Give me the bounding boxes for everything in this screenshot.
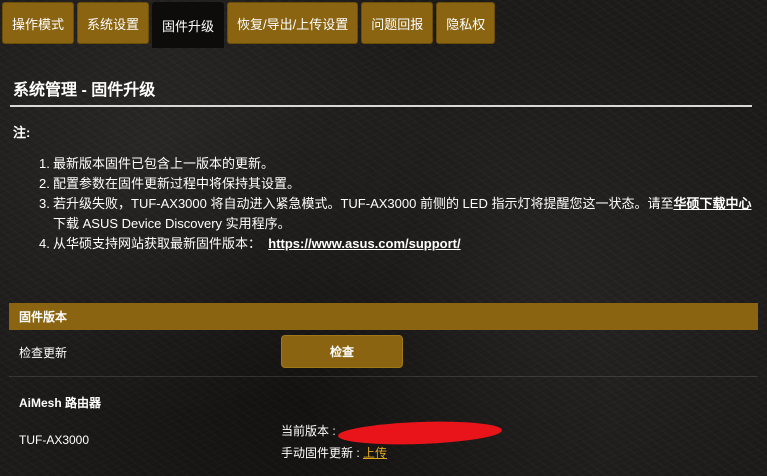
check-update-label: 检查更新 <box>19 346 68 360</box>
note-text-before: 从华硕支持网站获取最新固件版本： <box>53 236 262 251</box>
current-version-label: 当前版本 : <box>281 424 336 438</box>
page-title: 系统管理 - 固件升级 <box>13 82 156 99</box>
note-text-before: 若升级失败，TUF-AX3000 将自动进入紧急模式。TUF-AX3000 前侧… <box>53 196 674 211</box>
tab-privacy[interactable]: 隐私权 <box>436 2 496 44</box>
tab-feedback[interactable]: 问题回报 <box>361 2 434 44</box>
section-divider <box>9 376 758 377</box>
manual-upgrade-label: 手动固件更新 : <box>281 446 364 460</box>
tab-operation-mode[interactable]: 操作模式 <box>2 2 75 44</box>
tab-restore-save-upload[interactable]: 恢复/导出/上传设置 <box>227 2 359 44</box>
tab-system-settings[interactable]: 系统设置 <box>77 2 150 44</box>
note-label: 注: <box>13 125 31 140</box>
note-item: 4. 从华硕支持网站获取最新固件版本： https://www.asus.com… <box>39 234 757 254</box>
note-text: 最新版本固件已包含上一版本的更新。 <box>53 156 275 171</box>
note-number: 1. <box>39 156 50 171</box>
firmware-version-header: 固件版本 <box>9 303 758 330</box>
note-number: 4. <box>39 236 50 251</box>
asus-download-center-link[interactable]: 华硕下载中心 <box>673 196 751 211</box>
note-text: 配置参数在固件更新过程中将保持其设置。 <box>53 176 301 191</box>
redaction-mark <box>337 419 503 447</box>
notes-list: 1. 最新版本固件已包含上一版本的更新。 2. 配置参数在固件更新过程中将保持其… <box>39 154 757 254</box>
asus-support-link[interactable]: https://www.asus.com/support/ <box>268 236 460 251</box>
note-item: 1. 最新版本固件已包含上一版本的更新。 <box>39 154 757 174</box>
note-text-after: 下载 ASUS Device Discovery 实用程序。 <box>53 216 291 231</box>
main-content: 系统管理 - 固件升级 注: 1. 最新版本固件已包含上一版本的更新。 2. 配… <box>0 58 767 476</box>
note-item: 3. 若升级失败，TUF-AX3000 将自动进入紧急模式。TUF-AX3000… <box>39 194 757 234</box>
tab-bar: 操作模式 系统设置 固件升级 恢复/导出/上传设置 问题回报 隐私权 <box>2 2 496 48</box>
aimesh-router-label: AiMesh 路由器 <box>19 396 102 410</box>
tab-firmware-upgrade[interactable]: 固件升级 <box>152 2 225 48</box>
note-item: 2. 配置参数在固件更新过程中将保持其设置。 <box>39 174 757 194</box>
device-name: TUF-AX3000 <box>19 433 90 447</box>
upload-link[interactable]: 上传 <box>363 446 387 460</box>
manual-upgrade-line: 手动固件更新 : 上传 <box>281 444 387 461</box>
check-button[interactable]: 检查 <box>281 335 403 368</box>
note-number: 2. <box>39 176 50 191</box>
note-text: 从华硕支持网站获取最新固件版本： https://www.asus.com/su… <box>39 234 757 254</box>
note-number: 3. <box>39 196 50 211</box>
current-version-line: 当前版本 : <box>281 422 336 439</box>
title-divider <box>10 105 752 107</box>
note-text: 若升级失败，TUF-AX3000 将自动进入紧急模式。TUF-AX3000 前侧… <box>39 194 757 234</box>
